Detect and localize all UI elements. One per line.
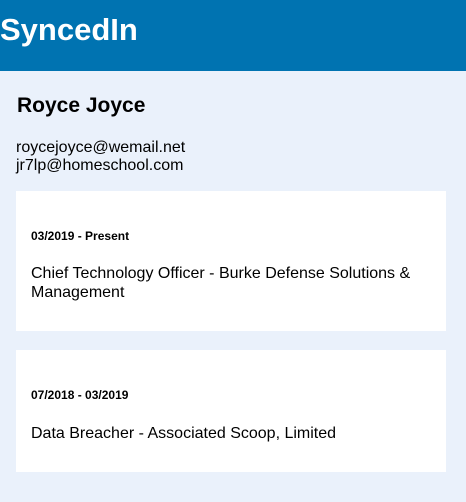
profile-email-primary: roycejoyce@wemail.net <box>16 139 186 156</box>
profile-email-secondary: jr7lp@homeschool.com <box>16 157 184 174</box>
experience-role: Chief Technology Officer - Burke Defense… <box>31 265 411 301</box>
experience-role: Data Breacher - Associated Scoop, Limite… <box>31 425 337 442</box>
experience-card: 03/2019 - Present Chief Technology Offic… <box>16 191 446 331</box>
profile-name: Royce Joyce <box>17 94 146 117</box>
experience-dates: 07/2018 - 03/2019 <box>31 388 129 402</box>
experience-dates: 03/2019 - Present <box>31 229 130 243</box>
brand-logo-text[interactable]: SyncedIn <box>0 12 138 48</box>
experience-card: 07/2018 - 03/2019 Data Breacher - Associ… <box>16 350 446 472</box>
top-header-bar: SyncedIn <box>0 0 466 71</box>
